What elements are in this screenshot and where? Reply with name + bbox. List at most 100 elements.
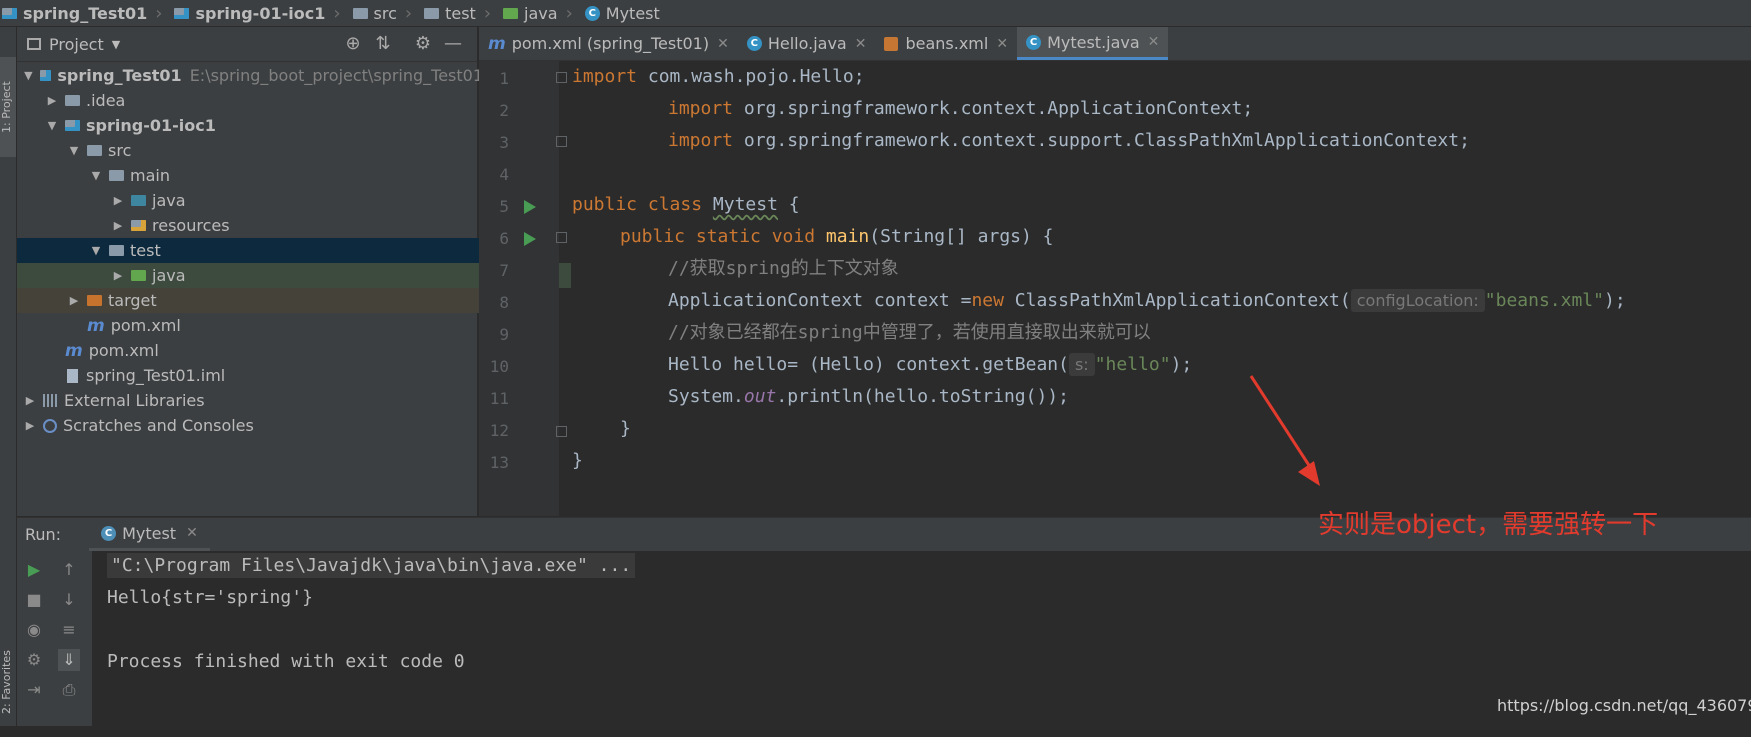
tree-item-iml[interactable]: spring_Test01.iml xyxy=(17,363,527,388)
close-icon[interactable]: ✕ xyxy=(1148,34,1160,50)
code-line-12: } xyxy=(620,418,631,439)
print-icon[interactable]: ⎙ xyxy=(58,679,80,701)
tree-item-scratches[interactable]: ▶ Scratches and Consoles xyxy=(17,413,483,438)
code-text: com.wash.pojo.Hello; xyxy=(637,66,865,87)
breadcrumb-item-java[interactable]: java › xyxy=(501,0,583,26)
run-class-icon[interactable] xyxy=(524,200,536,214)
scroll-up-icon[interactable]: ↑ xyxy=(58,559,80,581)
fold-icon[interactable] xyxy=(556,232,567,243)
collapsed-arrow-icon: ▶ xyxy=(25,419,35,432)
keyword: new xyxy=(971,290,1004,311)
breadcrumb-label: java xyxy=(524,3,558,23)
breadcrumb-item-class[interactable]: C Mytest xyxy=(583,0,664,26)
close-icon[interactable]: ✕ xyxy=(855,36,867,52)
run-method-icon[interactable] xyxy=(524,232,536,246)
code-line-6: public static void main(String[] args) { xyxy=(620,221,1054,253)
code-line-3: import org.springframework.context.suppo… xyxy=(668,125,1470,157)
string-literal: "beans.xml" xyxy=(1484,290,1604,311)
keyword: class xyxy=(647,194,703,215)
code-text: ClassPathXmlApplicationContext( xyxy=(1003,290,1351,311)
line-number: 13 xyxy=(489,453,509,472)
camera-icon[interactable]: ◉ xyxy=(23,619,45,641)
annotation-text: 实则是object，需要强转一下 xyxy=(1318,510,1659,540)
run-panel-label: Run: xyxy=(25,525,62,544)
scratches-icon xyxy=(43,418,57,433)
fold-icon[interactable] xyxy=(556,72,567,83)
tree-item-idea[interactable]: ▶ .idea xyxy=(17,88,505,113)
string-literal: "hello" xyxy=(1094,354,1171,375)
code-editor[interactable]: import com.wash.pojo.Hello; import org.s… xyxy=(572,61,1751,516)
tab-hello-java[interactable]: C Hello.java ✕ xyxy=(738,27,876,60)
collapsed-arrow-icon: ▶ xyxy=(47,94,57,107)
tree-item-test[interactable]: ▼ test xyxy=(17,238,549,263)
close-icon[interactable]: ✕ xyxy=(186,525,198,541)
console-line-output: Hello{str='spring'} xyxy=(107,587,313,608)
module-file-icon xyxy=(67,368,78,383)
console-command-text[interactable]: "C:\Program Files\Javajdk\java\bin\java.… xyxy=(107,553,636,578)
code-line-1: import com.wash.pojo.Hello; xyxy=(572,61,865,93)
login-icon[interactable]: ⇥ xyxy=(23,679,45,701)
tab-label: Hello.java xyxy=(767,34,847,53)
folder-icon xyxy=(352,7,368,19)
code-line-9-comment: //对象已经都在spring中管理了，若使用直接取出来就可以 xyxy=(668,322,1151,343)
scroll-to-end-icon[interactable]: ⇓ xyxy=(58,649,80,671)
tree-item-project-root[interactable]: ▼ spring_Test01 E:\spring_boot_project\s… xyxy=(17,63,483,88)
line-number: 12 xyxy=(489,421,509,440)
resources-folder-icon xyxy=(131,220,146,231)
fold-icon[interactable] xyxy=(556,426,567,437)
code-line-11: System.out.println(hello.toString()); xyxy=(668,381,1069,413)
code-text: ); xyxy=(1170,354,1193,375)
tab-pom-xml[interactable]: m pom.xml (spring_Test01) ✕ xyxy=(479,27,738,60)
breadcrumb-item-src[interactable]: src › xyxy=(351,0,423,26)
code-text: { xyxy=(777,194,800,215)
rerun-icon[interactable]: ▶ xyxy=(23,559,45,581)
line-number: 9 xyxy=(499,325,509,344)
tab-label: pom.xml (spring_Test01) xyxy=(511,34,710,53)
stop-icon[interactable]: ■ xyxy=(23,589,45,611)
breadcrumb-item-project[interactable]: spring_Test01 › xyxy=(0,0,172,26)
side-tab-project[interactable]: 1: Project xyxy=(0,57,16,157)
run-tab-mytest[interactable]: C Mytest ✕ xyxy=(89,518,210,551)
line-number: 6 xyxy=(499,229,509,248)
code-line-5: public class Mytest { xyxy=(572,189,800,221)
tree-item-target[interactable]: ▶ target xyxy=(17,288,527,313)
code-line-13: } xyxy=(572,450,583,471)
tree-item-src[interactable]: ▼ src xyxy=(17,138,527,163)
project-panel-header: Project ▼ ⊕ ⇅ ⚙ — xyxy=(17,27,477,62)
soft-wrap-icon[interactable]: ≡ xyxy=(58,619,80,641)
tree-item-main[interactable]: ▼ main xyxy=(17,163,549,188)
tree-item-module-pom[interactable]: m pom.xml xyxy=(17,313,547,338)
collapsed-arrow-icon: ▶ xyxy=(113,269,123,282)
keyword: public static void xyxy=(620,226,816,247)
code-text: System. xyxy=(668,386,744,407)
code-line-7-comment: //获取spring的上下文对象 xyxy=(668,258,899,279)
locate-icon[interactable]: ⊕ xyxy=(342,33,364,55)
breadcrumb-item-module[interactable]: spring-01-ioc1 › xyxy=(172,0,350,26)
close-icon[interactable]: ✕ xyxy=(717,36,729,52)
keyword: public xyxy=(572,194,638,215)
settings-icon[interactable]: ⚙ xyxy=(23,649,45,671)
panel-icon xyxy=(27,38,41,50)
side-tab-favorites[interactable]: 2: Favorites xyxy=(0,627,16,737)
tab-mytest-java[interactable]: C Mytest.java ✕ xyxy=(1017,27,1169,60)
code-text: ApplicationContext context = xyxy=(668,290,972,311)
parameter-hint: s: xyxy=(1068,353,1095,376)
breadcrumb-item-test[interactable]: test › xyxy=(422,0,501,26)
scroll-down-icon[interactable]: ↓ xyxy=(58,589,80,611)
keyword: import xyxy=(668,130,734,151)
tree-item-root-pom[interactable]: m pom.xml xyxy=(17,338,525,363)
module-folder-icon xyxy=(39,70,52,81)
collapse-all-icon[interactable]: ⇅ xyxy=(372,33,394,55)
close-icon[interactable]: ✕ xyxy=(996,36,1008,52)
breadcrumb-label: spring-01-ioc1 xyxy=(195,3,326,23)
minimize-icon[interactable]: — xyxy=(442,33,464,55)
tree-item-module[interactable]: ▼ spring-01-ioc1 xyxy=(17,113,505,138)
chevron-right-icon: › xyxy=(483,2,492,24)
project-view-selector[interactable]: Project ▼ xyxy=(27,35,120,54)
line-number: 10 xyxy=(489,357,509,376)
tab-beans-xml[interactable]: beans.xml ✕ xyxy=(875,27,1017,60)
gear-icon[interactable]: ⚙ xyxy=(412,33,434,55)
tree-item-external-libraries[interactable]: ▶ External Libraries xyxy=(17,388,483,413)
folder-icon xyxy=(109,170,124,181)
fold-icon[interactable] xyxy=(556,136,567,147)
